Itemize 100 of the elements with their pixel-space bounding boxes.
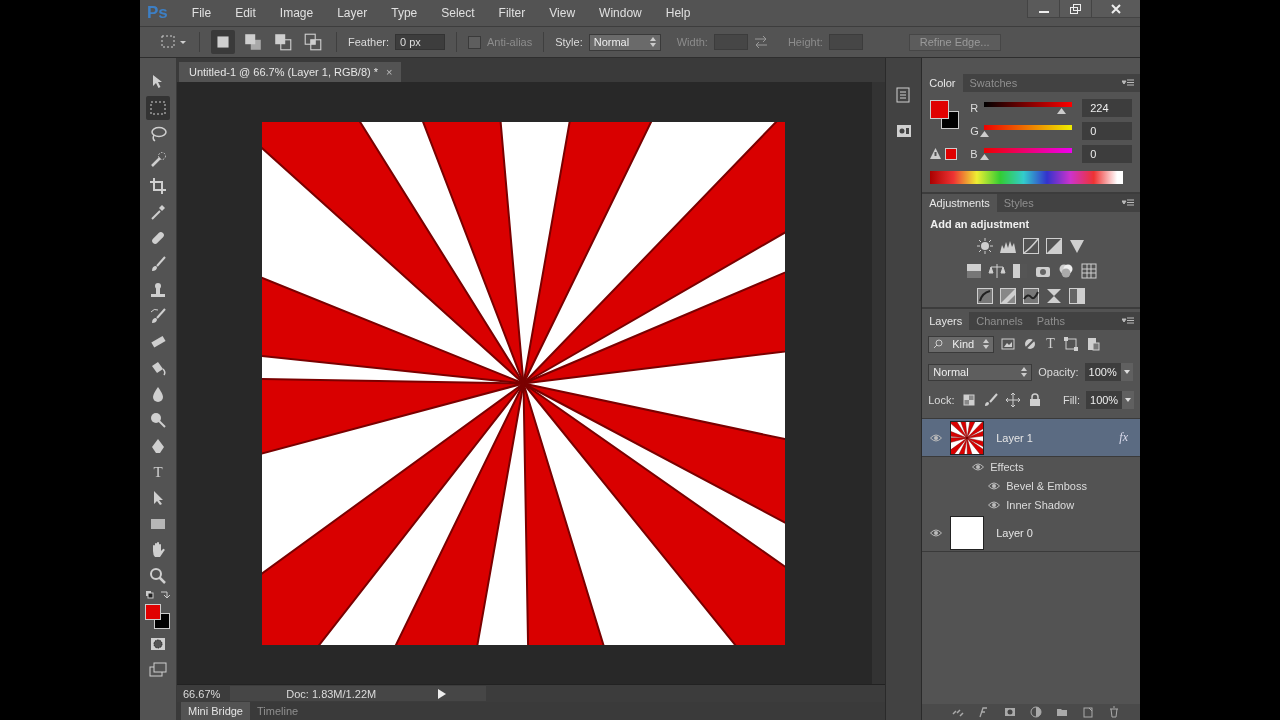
channel-label: G xyxy=(970,124,980,137)
color-swatches-icon[interactable] xyxy=(930,100,961,130)
type-tool[interactable]: T xyxy=(146,460,170,484)
brightness-icon[interactable] xyxy=(976,237,995,255)
width-label: Width: xyxy=(676,36,708,48)
panel-tab[interactable]: Adjustments xyxy=(922,194,997,212)
menu-item[interactable]: Type xyxy=(379,6,430,20)
menu-item[interactable]: Window xyxy=(587,6,654,20)
effects-label: Effects xyxy=(990,460,1024,473)
menu-item[interactable]: Edit xyxy=(223,6,268,20)
effect-name[interactable]: Bevel & Emboss xyxy=(1006,479,1087,492)
close-button[interactable] xyxy=(1091,0,1140,18)
panel-tab[interactable]: Color xyxy=(922,74,963,92)
fill-dropdown-button[interactable] xyxy=(1122,391,1134,409)
move-arrows-icon[interactable] xyxy=(1004,392,1021,408)
selection-mode-icon[interactable] xyxy=(211,30,235,54)
restore-button[interactable] xyxy=(1059,0,1091,18)
curves-icon[interactable] xyxy=(1022,237,1041,255)
lock-pixels-icon[interactable] xyxy=(960,392,977,408)
document-size: Doc: 1.83M/1.22M xyxy=(286,687,377,700)
fx-icon[interactable] xyxy=(978,706,990,718)
brush-icon[interactable] xyxy=(982,392,999,408)
panel-tab[interactable]: Layers xyxy=(922,312,970,330)
balance-scale-icon[interactable] xyxy=(987,262,1006,280)
color-swatches-icon[interactable] xyxy=(145,604,171,630)
blend-mode-dropdown[interactable]: Normal xyxy=(928,363,1033,381)
menu-item[interactable]: View xyxy=(537,6,588,20)
layer-thumbnail xyxy=(950,420,985,455)
panel-tab[interactable]: Paths xyxy=(1029,312,1072,330)
marquee-tool-icon[interactable] xyxy=(146,96,170,120)
link-icon[interactable] xyxy=(952,706,964,718)
menu-item[interactable]: Layer xyxy=(325,6,380,20)
marquee-preset-icon[interactable] xyxy=(160,34,188,50)
zoom-level[interactable]: 66.67% xyxy=(182,687,221,700)
caret-icon xyxy=(1123,370,1130,374)
adjustment-layer-icon[interactable] xyxy=(1030,706,1042,718)
feather-field[interactable]: 0 px xyxy=(394,34,445,50)
tab-close-button[interactable]: × xyxy=(386,66,393,78)
channel-value-field[interactable]: 0 xyxy=(1082,144,1133,163)
minimize-icon xyxy=(1038,10,1049,13)
style-dropdown[interactable]: Normal xyxy=(588,33,661,51)
color-spectrum-bar[interactable] xyxy=(930,170,1124,184)
image-filter-icon[interactable] xyxy=(1000,336,1017,352)
menu-item[interactable]: File xyxy=(179,6,224,20)
grid-icon[interactable] xyxy=(1079,262,1098,280)
visibility-eye-icon[interactable] xyxy=(972,462,985,471)
visibility-eye-icon[interactable] xyxy=(988,481,1001,490)
menu-item[interactable]: Help xyxy=(653,6,703,20)
effects-badge[interactable]: fx xyxy=(1119,430,1128,445)
channel-value-field[interactable]: 0 xyxy=(1082,121,1133,140)
panel-menu-icon[interactable] xyxy=(1122,199,1134,207)
properties-panel-icon[interactable] xyxy=(894,122,913,140)
panel-tab[interactable]: Timeline xyxy=(250,702,306,720)
panel-menu-icon[interactable] xyxy=(1122,79,1134,87)
panel-tab[interactable]: Styles xyxy=(996,194,1041,212)
new-layer-icon[interactable] xyxy=(1082,706,1094,718)
slider-thumb[interactable] xyxy=(980,154,990,160)
panel-menu-icon[interactable] xyxy=(1122,317,1134,325)
document-tab[interactable]: Untitled-1 @ 66.7% (Layer 1, RGB/8) * × xyxy=(178,62,401,82)
height-label: Height: xyxy=(787,36,823,48)
close-icon xyxy=(1111,3,1121,14)
type-filter[interactable]: T xyxy=(1044,336,1057,352)
channel-value-field[interactable]: 224 xyxy=(1082,98,1133,117)
mask-icon[interactable] xyxy=(1004,706,1016,718)
slider-thumb[interactable] xyxy=(980,131,990,137)
dropdown-arrows-icon xyxy=(983,339,990,349)
menu-item[interactable]: Filter xyxy=(486,6,538,20)
visibility-eye-icon[interactable] xyxy=(930,433,943,442)
folder-icon[interactable] xyxy=(1056,706,1068,718)
vertical-scrollbar[interactable] xyxy=(872,82,886,684)
play-icon[interactable] xyxy=(438,688,447,699)
shape-filter-icon[interactable] xyxy=(1062,336,1079,352)
warning-icon[interactable] xyxy=(930,148,942,159)
swap-icon[interactable] xyxy=(753,36,768,48)
layer-name[interactable]: Layer 0 xyxy=(996,526,1033,539)
swap-colors-icon[interactable] xyxy=(145,590,171,602)
panel-tab[interactable]: Swatches xyxy=(962,74,1025,92)
visibility-eye-icon[interactable] xyxy=(930,528,943,537)
opacity-field[interactable]: 100% xyxy=(1084,363,1121,381)
triangle-icon[interactable] xyxy=(1068,237,1087,255)
visibility-eye-icon[interactable] xyxy=(988,500,1001,509)
fill-field[interactable]: 100% xyxy=(1086,391,1122,409)
gamut-color-swatch[interactable] xyxy=(945,147,958,160)
menu-item[interactable]: Select xyxy=(429,6,487,20)
filter-dropdown[interactable]: Kind xyxy=(928,335,995,353)
menu-item[interactable]: Image xyxy=(267,6,326,20)
app-logo: Ps xyxy=(146,3,169,23)
layer-name[interactable]: Layer 1 xyxy=(996,431,1033,444)
layer-row[interactable]: Layer 0 xyxy=(922,514,1140,552)
restore-icon xyxy=(1070,3,1081,14)
history-panel-icon[interactable] xyxy=(894,86,913,104)
fill-label: Fill: xyxy=(1062,394,1080,406)
panel-tab[interactable]: Channels xyxy=(969,312,1030,330)
minimize-button[interactable] xyxy=(1027,0,1059,18)
panel-tab[interactable]: Mini Bridge xyxy=(180,702,250,720)
trash-icon[interactable] xyxy=(1108,706,1120,718)
search-icon xyxy=(933,339,944,349)
layer-row[interactable]: Layer 1 fx xyxy=(922,419,1140,457)
layer-thumbnail xyxy=(950,515,985,550)
effect-name[interactable]: Inner Shadow xyxy=(1006,498,1075,511)
